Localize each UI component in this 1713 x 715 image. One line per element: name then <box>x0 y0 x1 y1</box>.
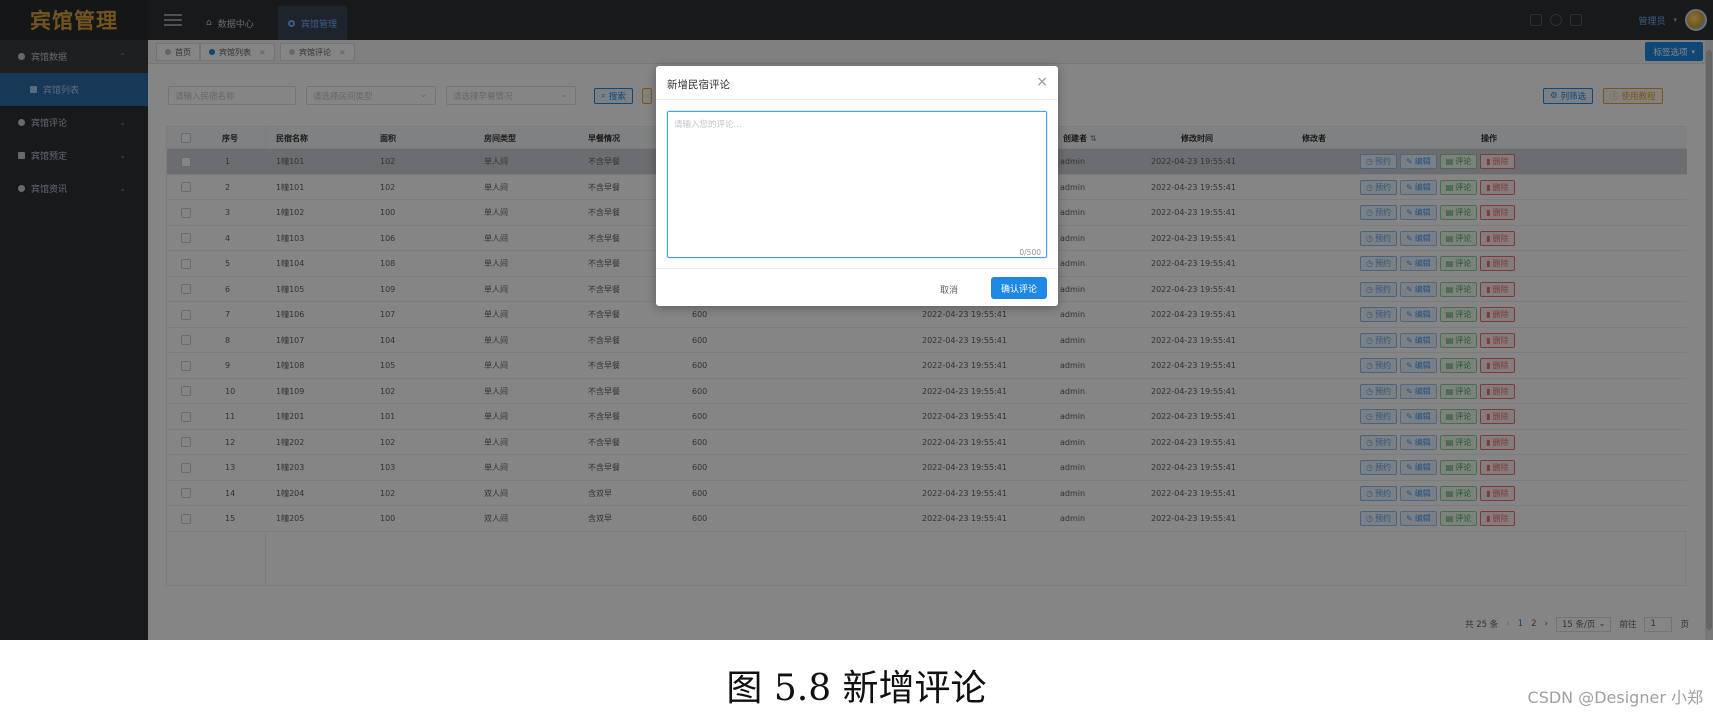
cancel-button[interactable]: 取消 <box>940 283 958 296</box>
dialog-divider <box>656 99 1058 100</box>
watermark: CSDN @Designer 小郑 <box>1527 688 1703 707</box>
confirm-review-button[interactable]: 确认评论 <box>990 277 1047 299</box>
close-icon[interactable]: × <box>1036 74 1048 90</box>
figure-caption: 图 5.8 新增评论 <box>726 668 987 709</box>
char-counter: 0/500 <box>1019 248 1041 257</box>
dialog-title: 新增民宿评论 <box>667 79 730 91</box>
review-textarea[interactable] <box>667 111 1047 258</box>
add-review-dialog: 新增民宿评论 × 0/500 取消 确认评论 <box>656 66 1058 306</box>
dialog-divider <box>656 268 1058 269</box>
app-window: 宾馆管理 ⌂ 数据中心 宾馆管理 管理员 ▾ 宾馆数据 ⌃ 宾馆列表 宾馆评论 … <box>0 0 1713 640</box>
